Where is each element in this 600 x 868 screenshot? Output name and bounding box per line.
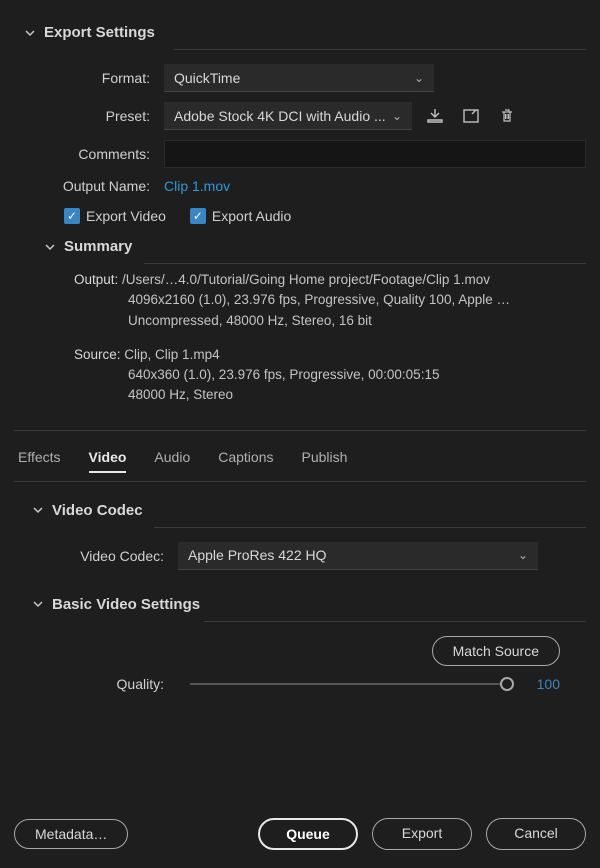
preset-label: Preset: [14,108,164,124]
tab-publish[interactable]: Publish [302,449,348,473]
summary-source-line3: 48000 Hz, Stereo [74,385,570,405]
format-label: Format: [14,70,164,86]
metadata-button[interactable]: Metadata… [14,819,128,849]
comments-label: Comments: [14,146,164,162]
basic-video-header[interactable]: Basic Video Settings [32,596,586,613]
check-icon: ✓ [190,208,206,224]
quality-label: Quality: [28,676,178,692]
output-name-label: Output Name: [14,178,164,194]
chevron-down-icon: ⌄ [414,64,424,92]
format-select[interactable]: QuickTime ⌄ [164,64,434,92]
save-preset-icon[interactable] [458,105,484,127]
import-preset-icon[interactable] [422,105,448,127]
export-video-label: Export Video [86,208,166,224]
quality-slider[interactable] [190,683,514,685]
export-audio-checkbox[interactable]: ✓ Export Audio [190,208,291,224]
summary-output-line3: Uncompressed, 48000 Hz, Stereo, 16 bit [74,311,570,331]
quality-value[interactable]: 100 [526,676,560,692]
tab-audio[interactable]: Audio [154,449,190,473]
chevron-down-icon: ⌄ [518,541,528,569]
check-icon: ✓ [64,208,80,224]
preset-value: Adobe Stock 4K DCI with Audio ... [174,102,386,130]
video-codec-select[interactable]: Apple ProRes 422 HQ ⌄ [178,542,538,570]
match-source-button[interactable]: Match Source [432,636,560,666]
export-settings-header[interactable]: Export Settings [24,24,586,41]
cancel-button[interactable]: Cancel [486,818,586,850]
video-codec-header[interactable]: Video Codec [32,502,586,519]
summary-header[interactable]: Summary [44,238,586,255]
summary-source-line1: Clip, Clip 1.mp4 [124,347,219,362]
chevron-down-icon [44,241,56,253]
export-video-checkbox[interactable]: ✓ Export Video [64,208,166,224]
queue-button[interactable]: Queue [258,818,358,850]
summary-title: Summary [64,238,132,255]
tabs: Effects Video Audio Captions Publish [14,445,586,482]
format-value: QuickTime [174,64,240,92]
chevron-down-icon [24,27,36,39]
summary-output-label: Output: [74,272,118,287]
summary-source-line2: 640x360 (1.0), 23.976 fps, Progressive, … [74,365,570,385]
chevron-down-icon: ⌄ [392,102,402,130]
export-button[interactable]: Export [372,818,472,850]
preset-select[interactable]: Adobe Stock 4K DCI with Audio ... ⌄ [164,102,412,130]
export-audio-label: Export Audio [212,208,291,224]
video-codec-section-title: Video Codec [52,502,143,519]
comments-input[interactable] [164,140,586,168]
video-codec-value: Apple ProRes 422 HQ [188,541,327,569]
summary-output: Output: /Users/…4.0/Tutorial/Going Home … [74,270,570,406]
basic-video-section-title: Basic Video Settings [52,596,200,613]
export-settings-title: Export Settings [44,24,155,41]
summary-output-path: /Users/…4.0/Tutorial/Going Home project/… [122,272,490,287]
output-name-link[interactable]: Clip 1.mov [164,178,230,194]
tab-video[interactable]: Video [89,449,127,473]
tab-captions[interactable]: Captions [218,449,273,473]
trash-icon[interactable] [494,105,520,127]
chevron-down-icon [32,504,44,516]
chevron-down-icon [32,598,44,610]
tab-effects[interactable]: Effects [18,449,61,473]
summary-source-label: Source: [74,347,121,362]
slider-thumb[interactable] [500,677,514,691]
summary-output-line2: 4096x2160 (1.0), 23.976 fps, Progressive… [74,290,570,310]
video-codec-label: Video Codec: [28,548,178,564]
